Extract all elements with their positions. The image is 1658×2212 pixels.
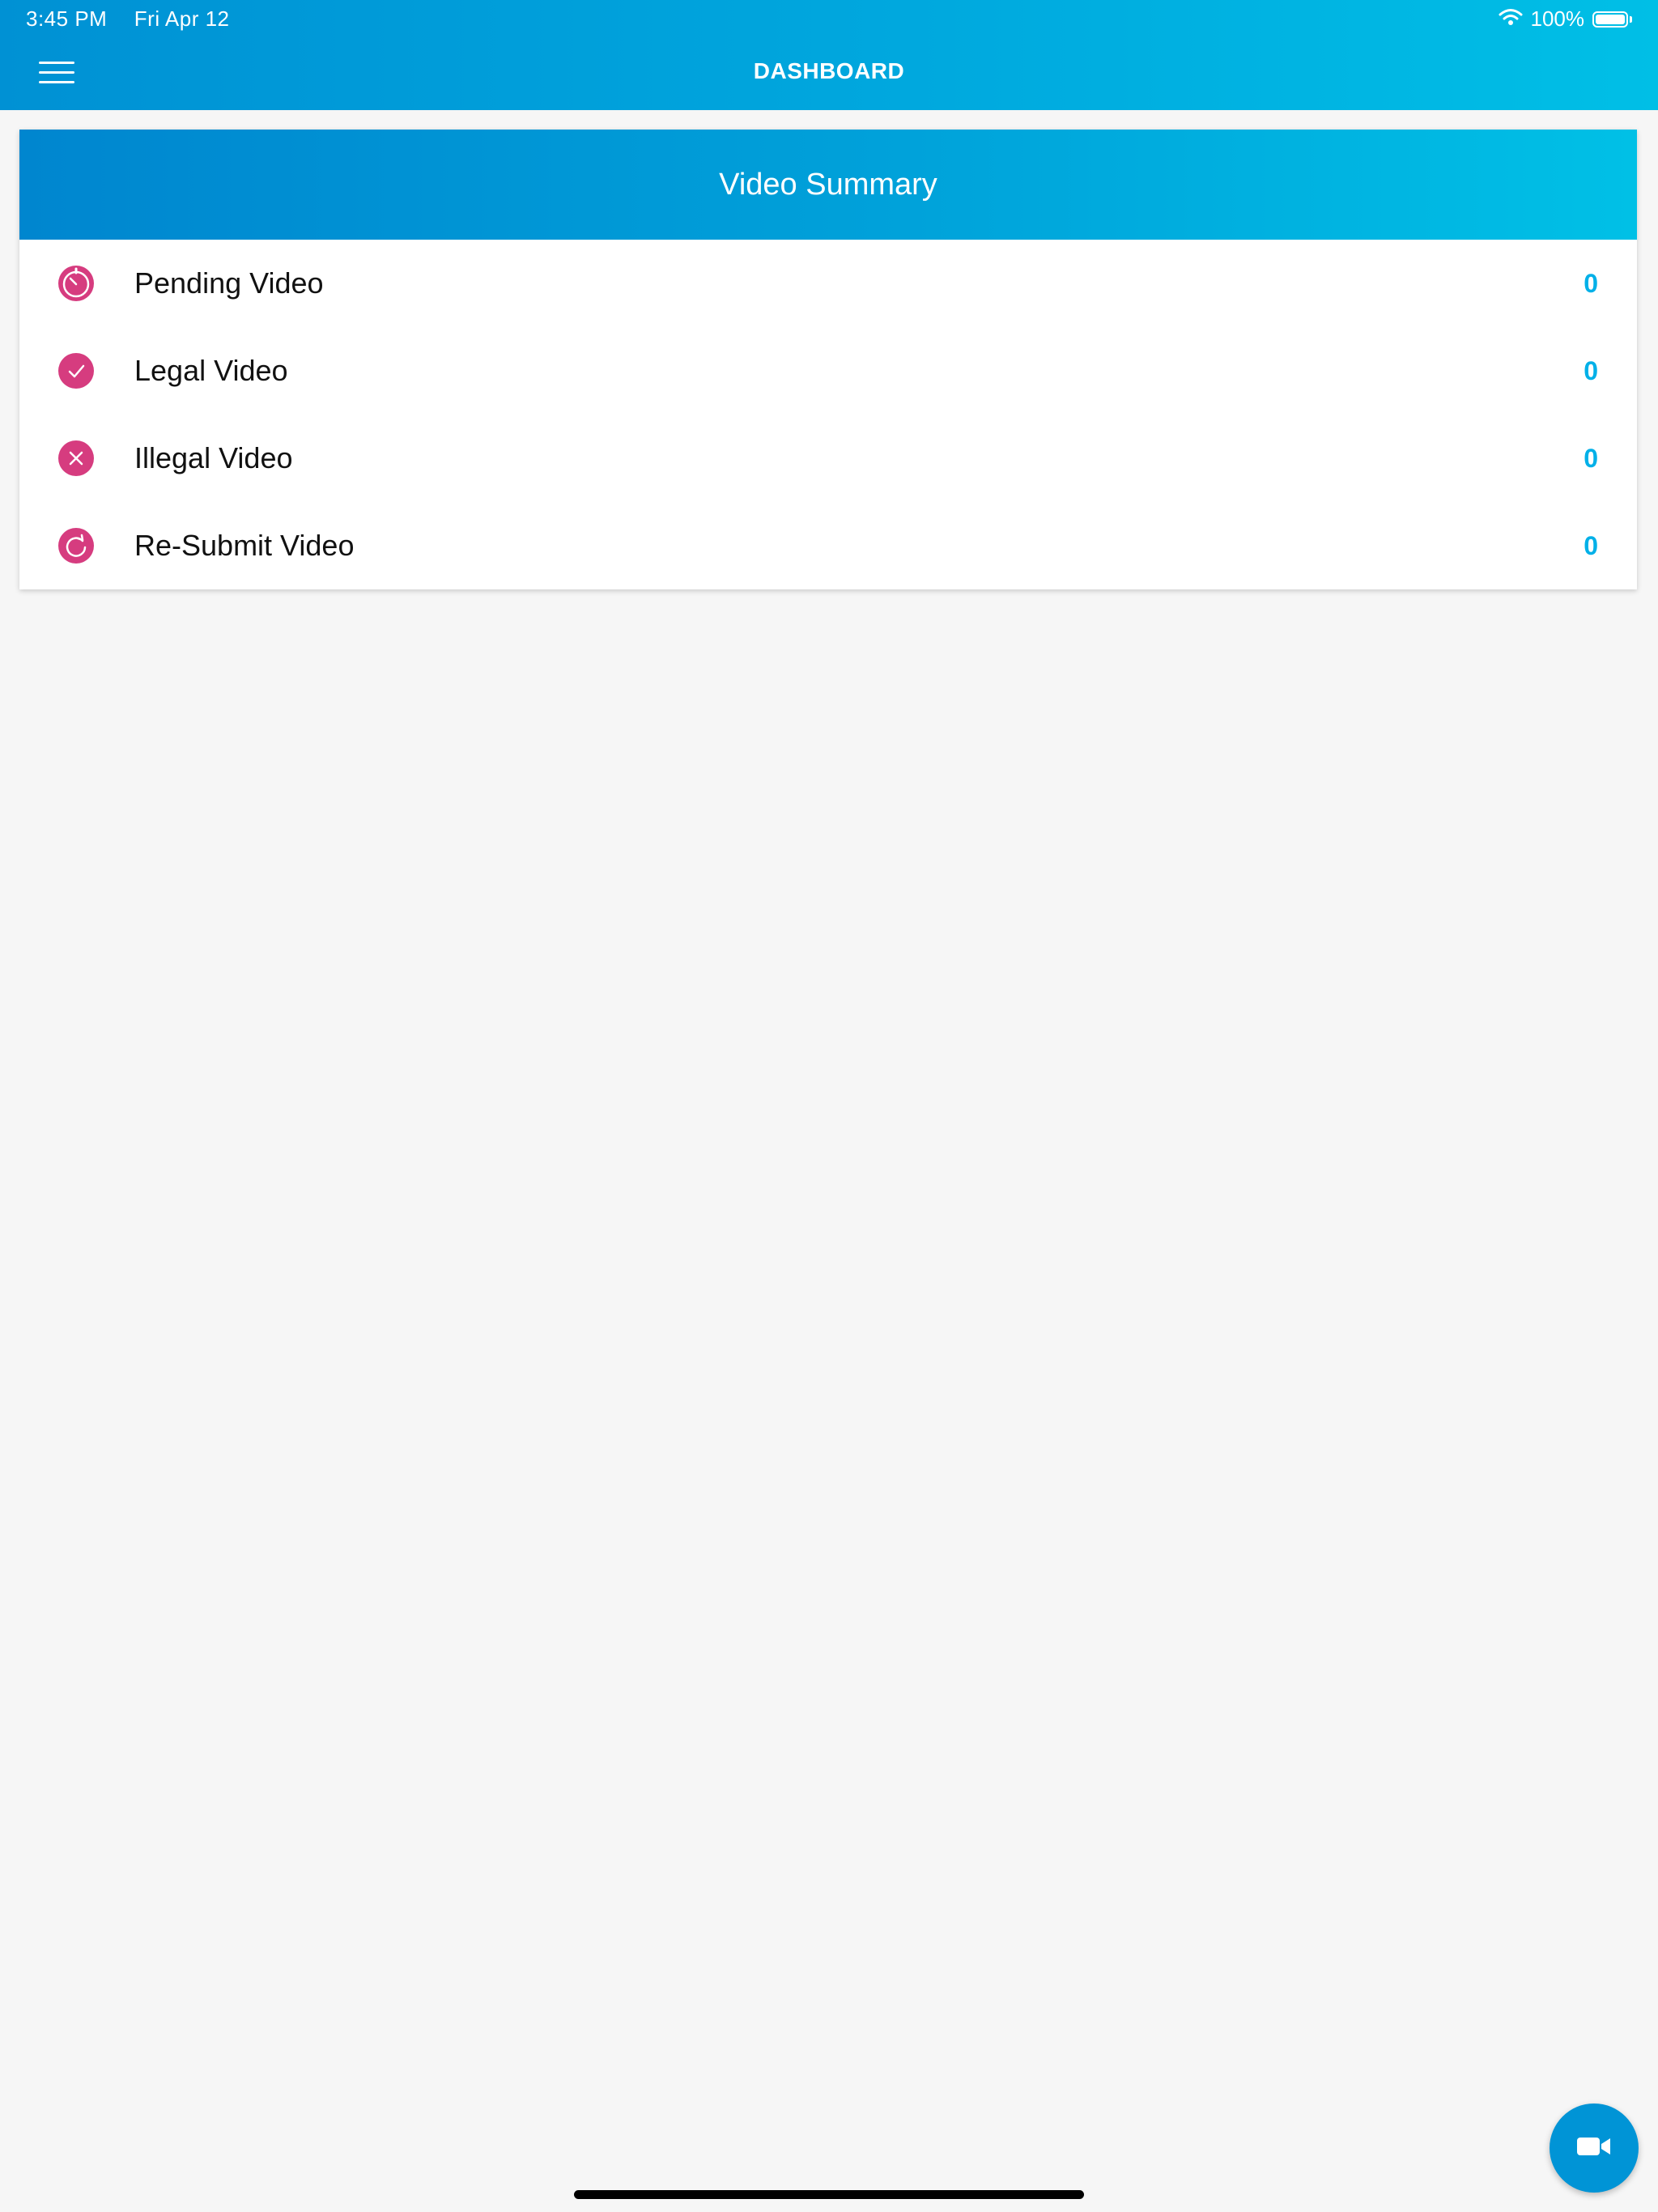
illegal-video-count: 0: [1584, 444, 1598, 473]
x-circle-icon: [57, 439, 96, 478]
illegal-video-label: Illegal Video: [134, 441, 293, 474]
check-circle-icon: [57, 351, 96, 390]
battery-icon: [1592, 11, 1628, 28]
refresh-icon: [57, 526, 96, 565]
battery-tip: [1630, 15, 1632, 23]
top-app-bar: 3:45 PM Fri Apr 12 100% DASHBOARD: [0, 0, 1658, 110]
video-summary-header: Video Summary: [19, 130, 1637, 240]
video-camera-icon: [1576, 2134, 1612, 2163]
resubmit-video-label: Re-Submit Video: [134, 529, 355, 562]
status-time: 3:45 PM: [26, 6, 108, 31]
status-right: 100%: [1499, 6, 1632, 32]
resubmit-video-count: 0: [1584, 531, 1598, 560]
pending-video-count: 0: [1584, 269, 1598, 298]
record-video-button[interactable]: [1550, 2104, 1639, 2193]
status-bar: 3:45 PM Fri Apr 12 100%: [0, 0, 1658, 39]
timer-icon: [57, 264, 96, 303]
legal-video-count: 0: [1584, 356, 1598, 385]
illegal-video-row[interactable]: Illegal Video 0: [19, 415, 1637, 502]
home-indicator[interactable]: [574, 2190, 1084, 2199]
battery-percentage: 100%: [1530, 6, 1585, 31]
legal-video-row[interactable]: Legal Video 0: [19, 327, 1637, 415]
page-title: DASHBOARD: [753, 58, 905, 83]
pending-video-row[interactable]: Pending Video 0: [19, 240, 1637, 327]
legal-video-label: Legal Video: [134, 354, 288, 387]
video-summary-card: Video Summary Pending Video 0 Legal Vide…: [19, 130, 1637, 589]
status-time-date: 3:45 PM Fri Apr 12: [26, 6, 230, 32]
resubmit-video-row[interactable]: Re-Submit Video 0: [19, 502, 1637, 589]
pending-video-label: Pending Video: [134, 266, 324, 300]
status-date: Fri Apr 12: [134, 6, 230, 31]
wifi-icon: [1499, 6, 1523, 32]
